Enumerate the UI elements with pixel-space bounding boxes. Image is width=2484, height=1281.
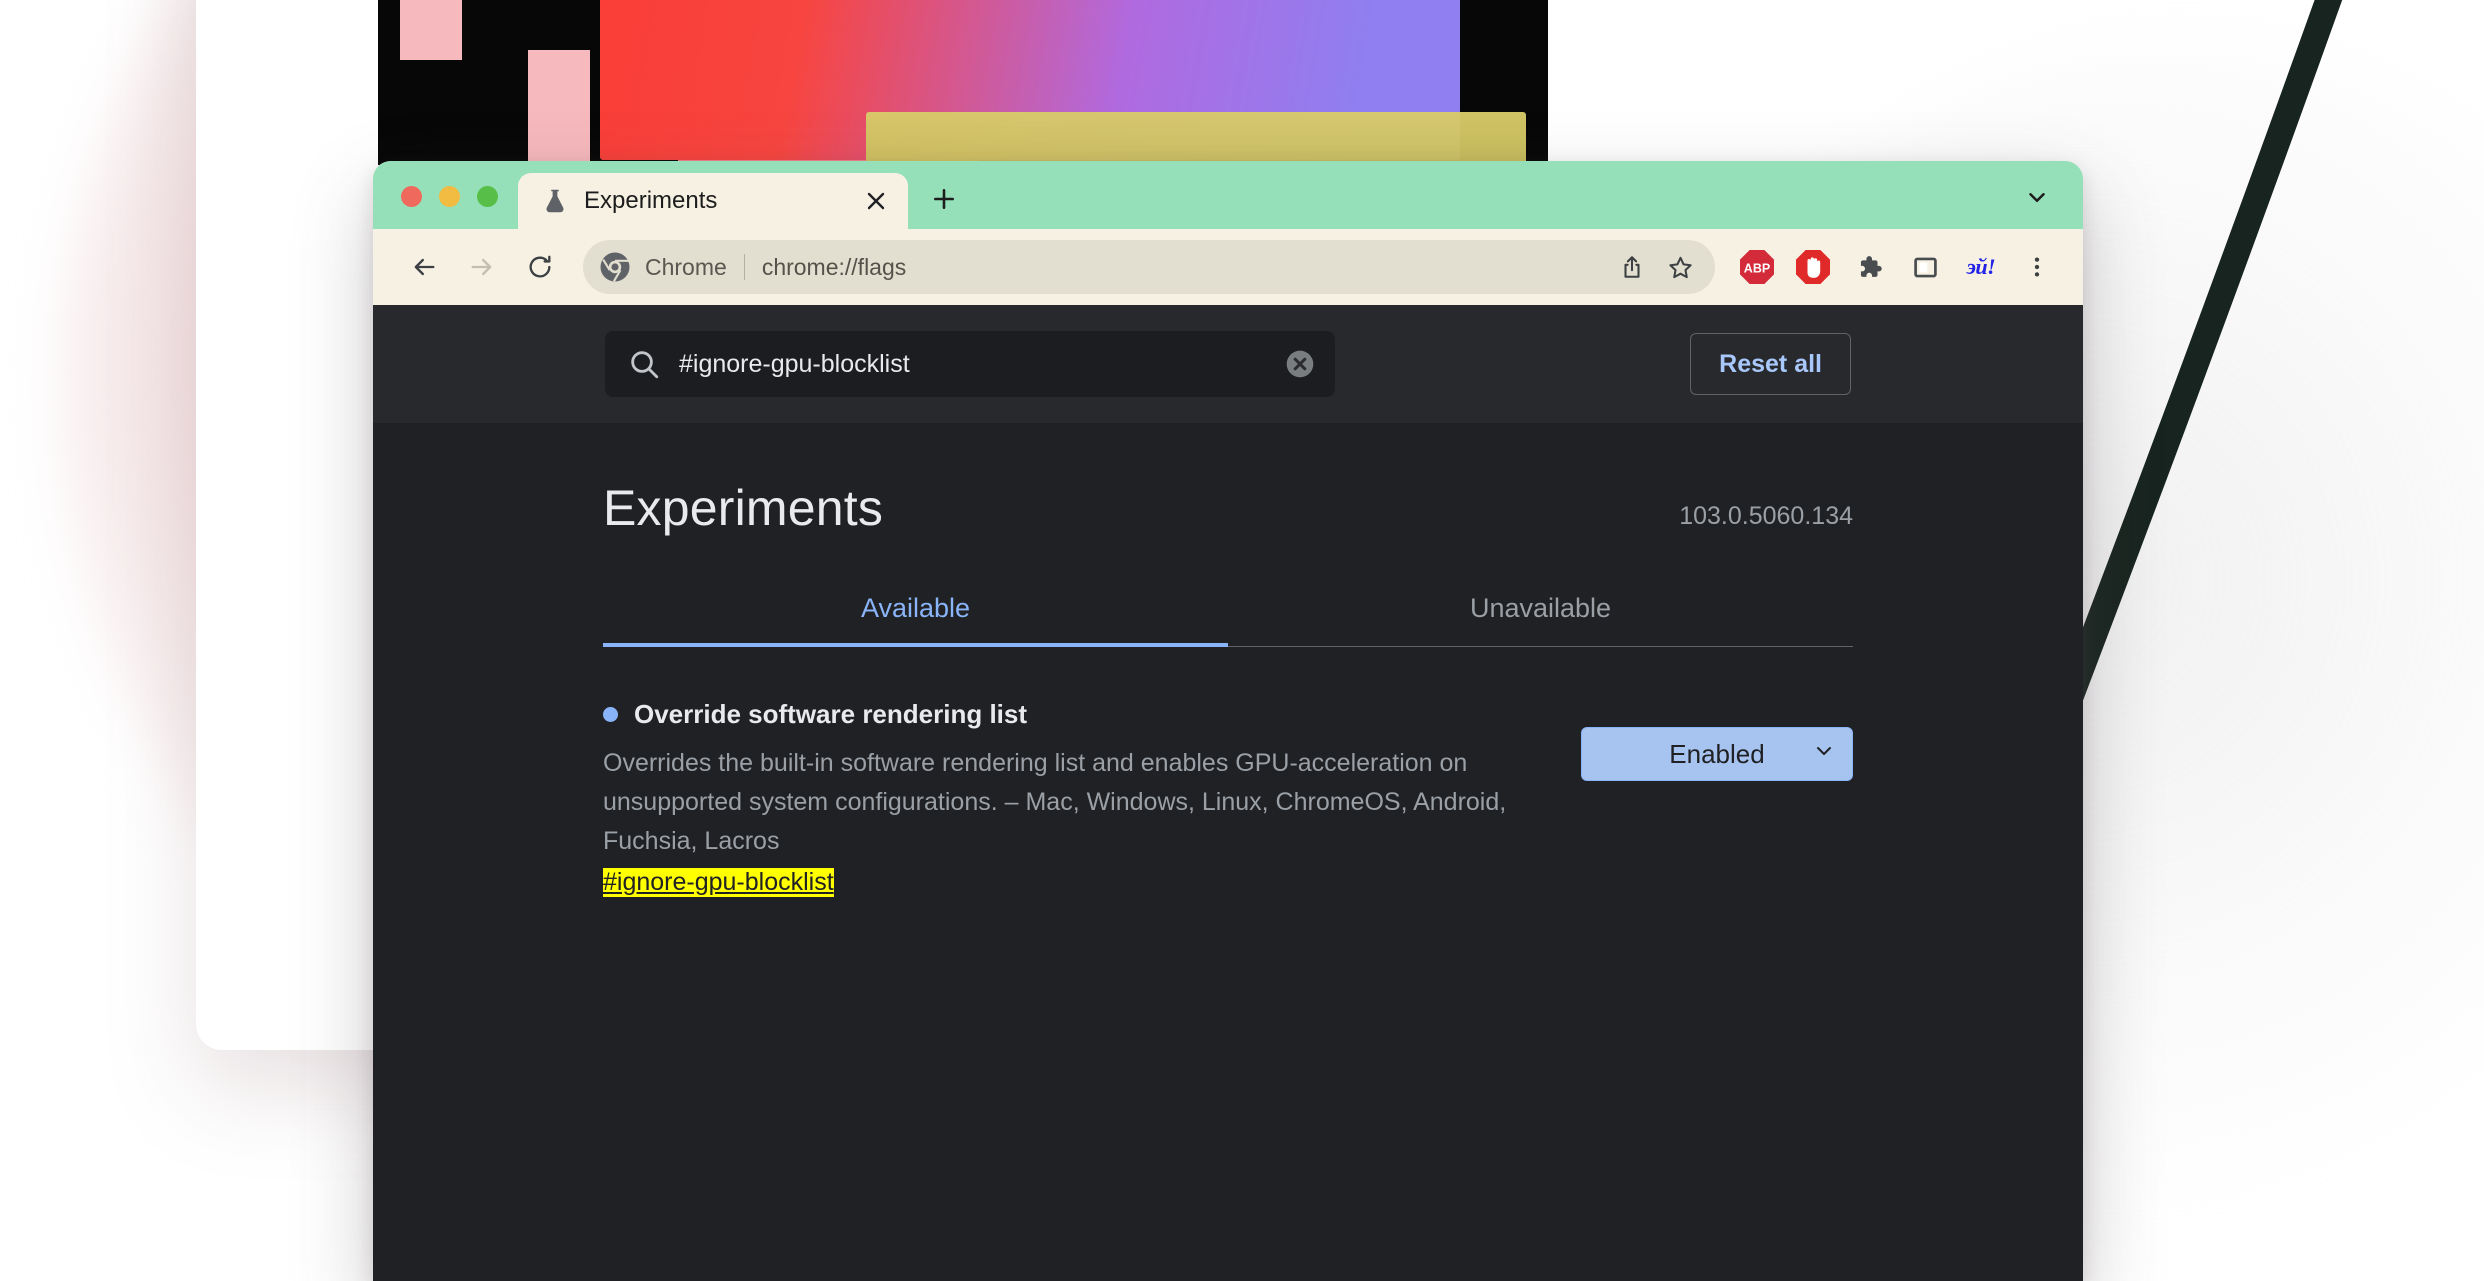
flags-page-body: Experiments 103.0.5060.134 Available Una… bbox=[373, 423, 2083, 897]
browser-window: Experiments bbox=[373, 161, 2083, 1281]
address-bar-url: chrome://flags bbox=[762, 254, 1609, 281]
chevron-down-icon bbox=[1812, 739, 1836, 770]
side-panel-icon[interactable] bbox=[1899, 241, 1951, 293]
svg-text:ABP: ABP bbox=[1744, 262, 1770, 276]
address-bar[interactable]: Chrome chrome://flags bbox=[583, 240, 1715, 294]
flag-id: #ignore-gpu-blocklist bbox=[603, 868, 834, 897]
address-bar-separator bbox=[744, 254, 745, 280]
chrome-version-label: 103.0.5060.134 bbox=[1679, 502, 1853, 537]
tab-title: Experiments bbox=[584, 187, 858, 215]
close-tab-button[interactable] bbox=[858, 183, 894, 219]
reload-button[interactable] bbox=[513, 240, 567, 294]
flag-entry: Override software rendering list Overrid… bbox=[603, 699, 1853, 897]
search-icon bbox=[627, 347, 661, 381]
flag-entry-main: Override software rendering list Overrid… bbox=[603, 699, 1557, 897]
new-tab-button[interactable] bbox=[916, 171, 972, 227]
flag-state-value: Enabled bbox=[1669, 739, 1764, 770]
flag-select-wrapper: Enabled bbox=[1581, 699, 1853, 781]
background-khaki-bar bbox=[866, 112, 1526, 164]
forward-button[interactable] bbox=[455, 240, 509, 294]
window-traffic-lights bbox=[373, 186, 518, 229]
clear-search-icon[interactable] bbox=[1281, 345, 1319, 383]
flag-state-select[interactable]: Enabled bbox=[1581, 727, 1853, 781]
flags-search-input[interactable] bbox=[679, 350, 1281, 379]
maximize-window-button[interactable] bbox=[477, 186, 498, 207]
tab-search-chevron-down-icon[interactable] bbox=[2009, 169, 2065, 225]
flags-content: Experiments 103.0.5060.134 Available Una… bbox=[603, 423, 1853, 897]
tab-strip: Experiments bbox=[373, 161, 2083, 229]
star-icon[interactable] bbox=[1657, 244, 1703, 290]
browser-toolbar: Chrome chrome://flags bbox=[373, 229, 2083, 305]
close-window-button[interactable] bbox=[401, 186, 422, 207]
back-button[interactable] bbox=[397, 240, 451, 294]
extension-ey-label: эй! bbox=[1967, 254, 1995, 280]
address-bar-actions bbox=[1609, 244, 1703, 290]
flags-tab-bar: Available Unavailable bbox=[603, 577, 1853, 647]
flag-modified-dot-icon bbox=[603, 707, 618, 722]
extension-ey-icon[interactable]: эй! bbox=[1955, 241, 2007, 293]
tab-available[interactable]: Available bbox=[603, 577, 1228, 646]
extension-adblock-plus-icon[interactable]: ABP bbox=[1731, 241, 1783, 293]
chrome-logo-icon bbox=[599, 251, 631, 283]
browser-menu-button[interactable] bbox=[2011, 241, 2063, 293]
flag-title-line: Override software rendering list bbox=[603, 699, 1557, 730]
flags-search-row: Reset all bbox=[373, 305, 2083, 423]
browser-tab[interactable]: Experiments bbox=[518, 173, 908, 229]
extensions-puzzle-icon[interactable] bbox=[1843, 241, 1895, 293]
reset-all-button[interactable]: Reset all bbox=[1690, 333, 1851, 395]
minimize-window-button[interactable] bbox=[439, 186, 460, 207]
share-icon[interactable] bbox=[1609, 244, 1655, 290]
flags-search-box[interactable] bbox=[605, 331, 1335, 397]
flag-description: Overrides the built-in software renderin… bbox=[603, 744, 1543, 860]
address-bar-origin: Chrome bbox=[645, 254, 727, 281]
page-title: Experiments bbox=[603, 479, 883, 537]
tab-unavailable[interactable]: Unavailable bbox=[1228, 577, 1853, 646]
flask-icon bbox=[540, 186, 570, 216]
flags-title-row: Experiments 103.0.5060.134 bbox=[603, 479, 1853, 537]
flags-page: Reset all Experiments 103.0.5060.134 Ava… bbox=[373, 305, 2083, 1281]
extension-adblock-icon[interactable] bbox=[1787, 241, 1839, 293]
flag-name: Override software rendering list bbox=[634, 699, 1027, 730]
